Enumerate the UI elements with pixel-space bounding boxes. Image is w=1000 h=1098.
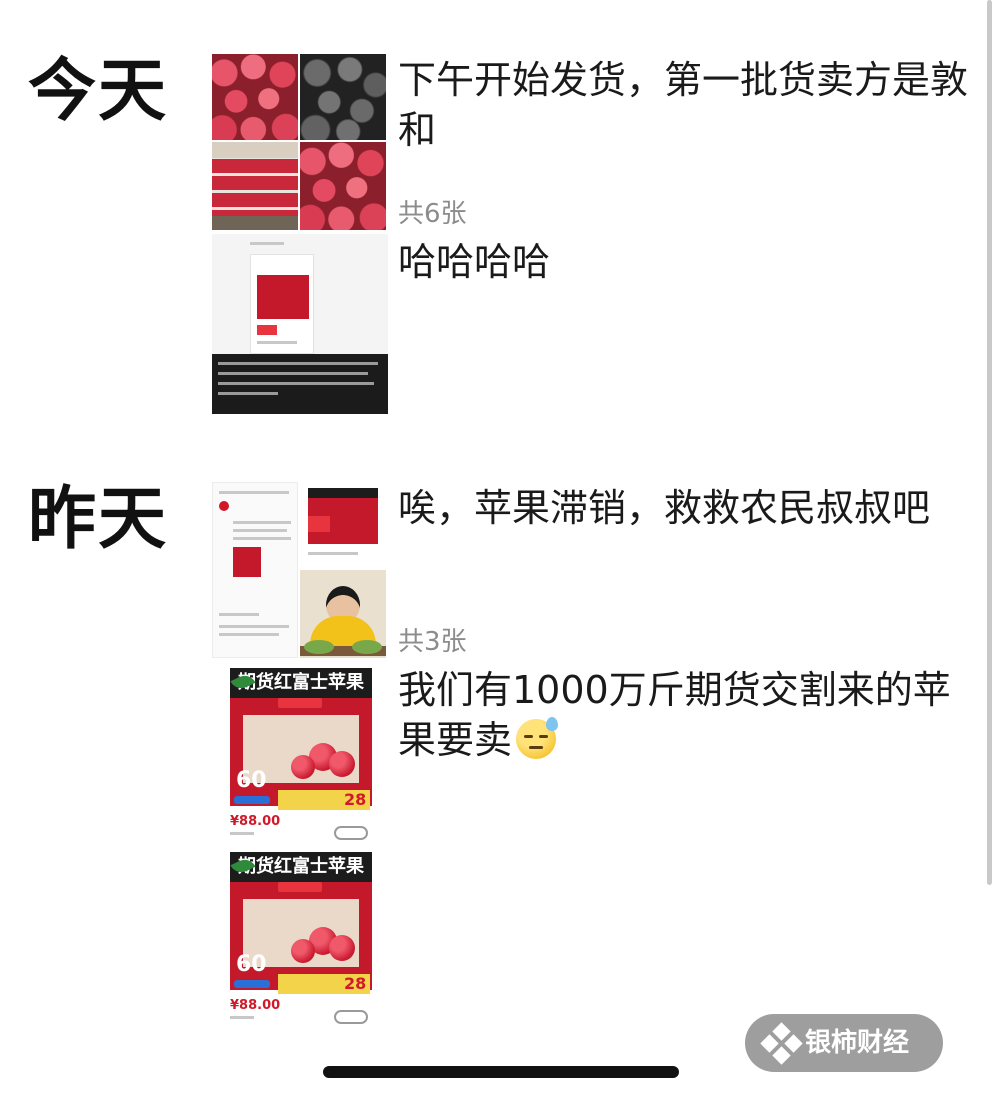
promo-price: 60 [236, 768, 267, 793]
post-text-line: 果要卖 [398, 718, 513, 762]
apple-photo-thumbnail[interactable] [212, 54, 298, 140]
moments-feed: 今天 下午开始发货，第一批货卖方是敦 和 共6张 哈哈哈哈 昨天 唉，苹果滞销，… [0, 0, 1000, 1098]
watermark-label: 银柿财经 [805, 1028, 910, 1058]
date-label-today: 今天 [28, 52, 169, 131]
post-text-line: 唉，苹果滞销，救救农民叔叔吧 [398, 486, 931, 530]
date-label-yesterday: 昨天 [28, 480, 169, 559]
photo-count: 共6张 [398, 199, 467, 229]
promo-card-thumbnail[interactable]: 期货红富士苹果 60 28 ¥88.00 [212, 848, 388, 1028]
netted-apple-photo-thumbnail[interactable] [300, 54, 386, 140]
promo-price-tag: ¥88.00 [230, 814, 281, 829]
promo-thumbnail[interactable] [300, 482, 386, 568]
scrollbar[interactable] [987, 0, 992, 885]
post-text-line: 和 [398, 108, 437, 152]
post-text-line-with-emoji: 果要卖 [398, 714, 559, 766]
diamond-cluster-icon [760, 1022, 803, 1065]
apple-boxes-photo-thumbnail[interactable] [212, 142, 298, 230]
photo-count: 共3张 [398, 627, 467, 657]
person-eating-photo-thumbnail[interactable] [300, 570, 386, 658]
promo-price: 60 [236, 952, 267, 977]
promo-banner-number: 28 [344, 790, 367, 809]
screenshot-thumbnail[interactable] [212, 234, 388, 414]
promo-card-thumbnail[interactable]: 期货红富士苹果 60 28 ¥88.00 [212, 664, 388, 844]
watermark-badge: 银柿财经 [745, 1014, 943, 1072]
sweat-smile-emoji-icon [516, 717, 559, 759]
post-text-line: 下午开始发货，第一批货卖方是敦 [398, 58, 969, 102]
chat-screenshot-thumbnail[interactable] [212, 482, 298, 658]
promo-price-tag: ¥88.00 [230, 998, 281, 1013]
apple-photo-thumbnail[interactable] [300, 142, 386, 230]
promo-banner-number: 28 [344, 974, 367, 993]
home-indicator[interactable] [323, 1066, 679, 1078]
post-text-line: 哈哈哈哈 [398, 240, 551, 284]
post-text-line: 我们有1000万斤期货交割来的苹 [398, 668, 951, 712]
